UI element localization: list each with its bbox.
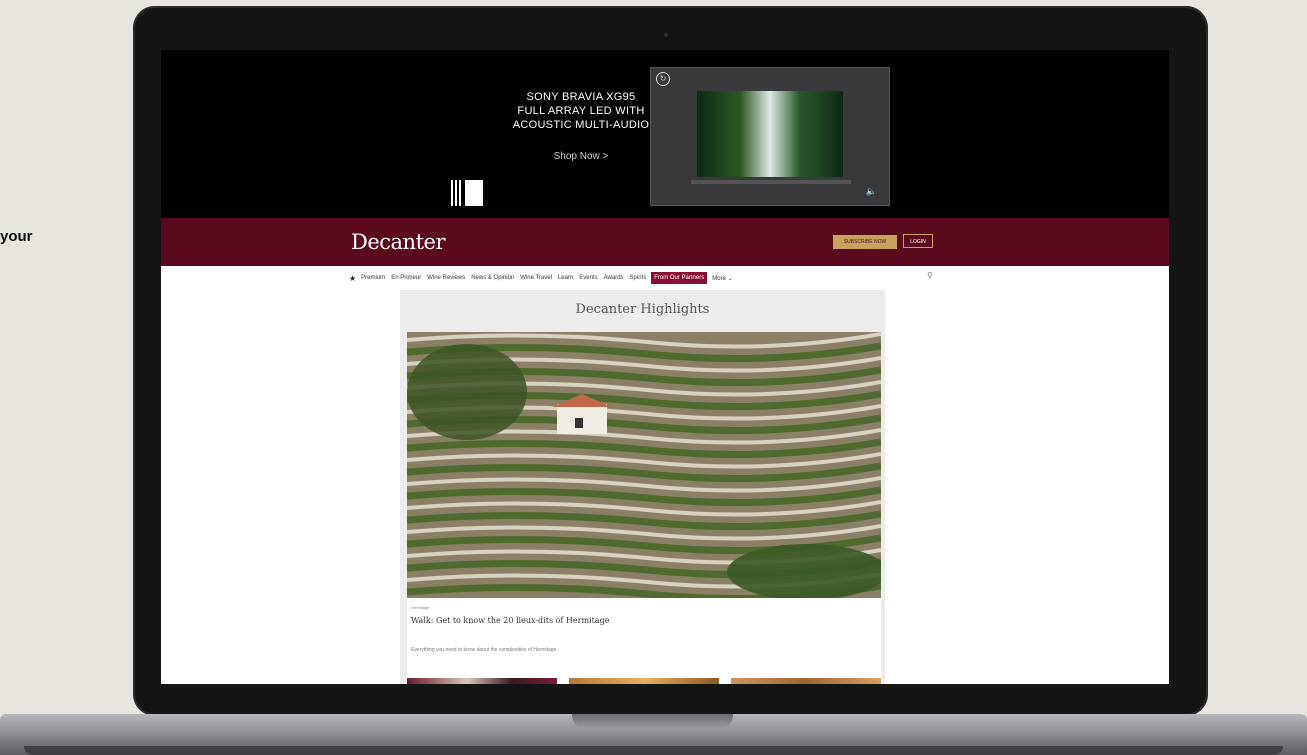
ad-tv-stand	[691, 180, 851, 184]
ad-banner[interactable]: SONY BRAVIA XG95 FULL ARRAY LED WITH ACO…	[161, 50, 1169, 218]
nav-item-spirits[interactable]: Spirits	[629, 273, 648, 283]
ad-tv-video[interactable]: ↻ 🔈	[650, 67, 890, 206]
nav-item-premium[interactable]: Premium	[360, 273, 386, 283]
replay-icon[interactable]: ↻	[656, 72, 670, 86]
nav-item-en-primeur[interactable]: En Primeur	[390, 273, 422, 283]
article-thumbnails	[407, 678, 881, 684]
laptop-notch	[572, 714, 733, 729]
hero-caption: Hermitage Walk: Get to know the 20 lieux…	[407, 598, 881, 684]
login-button[interactable]: LOGIN	[903, 234, 933, 248]
vineyard-image	[407, 332, 881, 598]
search-icon[interactable]: ⚲	[927, 271, 933, 280]
nav-item-learn[interactable]: Learn	[557, 273, 574, 283]
nav-item-news-opinion[interactable]: News & Opinion	[470, 273, 515, 283]
nav-item-awards[interactable]: Awards	[603, 273, 625, 283]
highlights-title: Decanter Highlights	[575, 302, 710, 317]
nav-item-wine-travel[interactable]: Wine Travel	[519, 273, 553, 283]
side-text: your	[0, 228, 33, 245]
laptop-base-edge	[24, 746, 1283, 755]
nav-item-wine-reviews[interactable]: Wine Reviews	[426, 273, 466, 283]
thumbnail[interactable]	[407, 678, 557, 684]
mute-icon[interactable]: 🔈	[866, 186, 877, 197]
decanter-logo[interactable]: Decanter	[351, 230, 445, 254]
site-header: Decanter SUBSCRIBE NOW LOGIN	[161, 218, 1169, 266]
star-icon[interactable]: ★	[349, 274, 356, 283]
highlights-card: Decanter Highlights Hermitage Walk: Get …	[400, 290, 885, 684]
article-description: Everything you need to know about the co…	[411, 647, 558, 653]
nav-item-from-our-partners[interactable]: From Our Partners	[651, 272, 708, 284]
ad-brand-logo	[451, 180, 491, 206]
article-headline[interactable]: Walk: Get to know the 20 lieux-dits of H…	[411, 616, 609, 625]
thumbnail[interactable]	[569, 678, 719, 684]
nav-item-more[interactable]: More ⌄	[711, 273, 733, 284]
hero-image[interactable]	[407, 332, 881, 598]
article-category[interactable]: Hermitage	[411, 605, 429, 610]
browser-screen: SONY BRAVIA XG95 FULL ARRAY LED WITH ACO…	[161, 50, 1169, 684]
thumbnail[interactable]	[731, 678, 881, 684]
main-nav: ★ Premium En Primeur Wine Reviews News &…	[349, 271, 734, 285]
ad-tv-image	[697, 91, 843, 177]
subscribe-button[interactable]: SUBSCRIBE NOW	[833, 235, 897, 249]
nav-item-events[interactable]: Events	[578, 273, 598, 283]
camera	[664, 33, 668, 37]
